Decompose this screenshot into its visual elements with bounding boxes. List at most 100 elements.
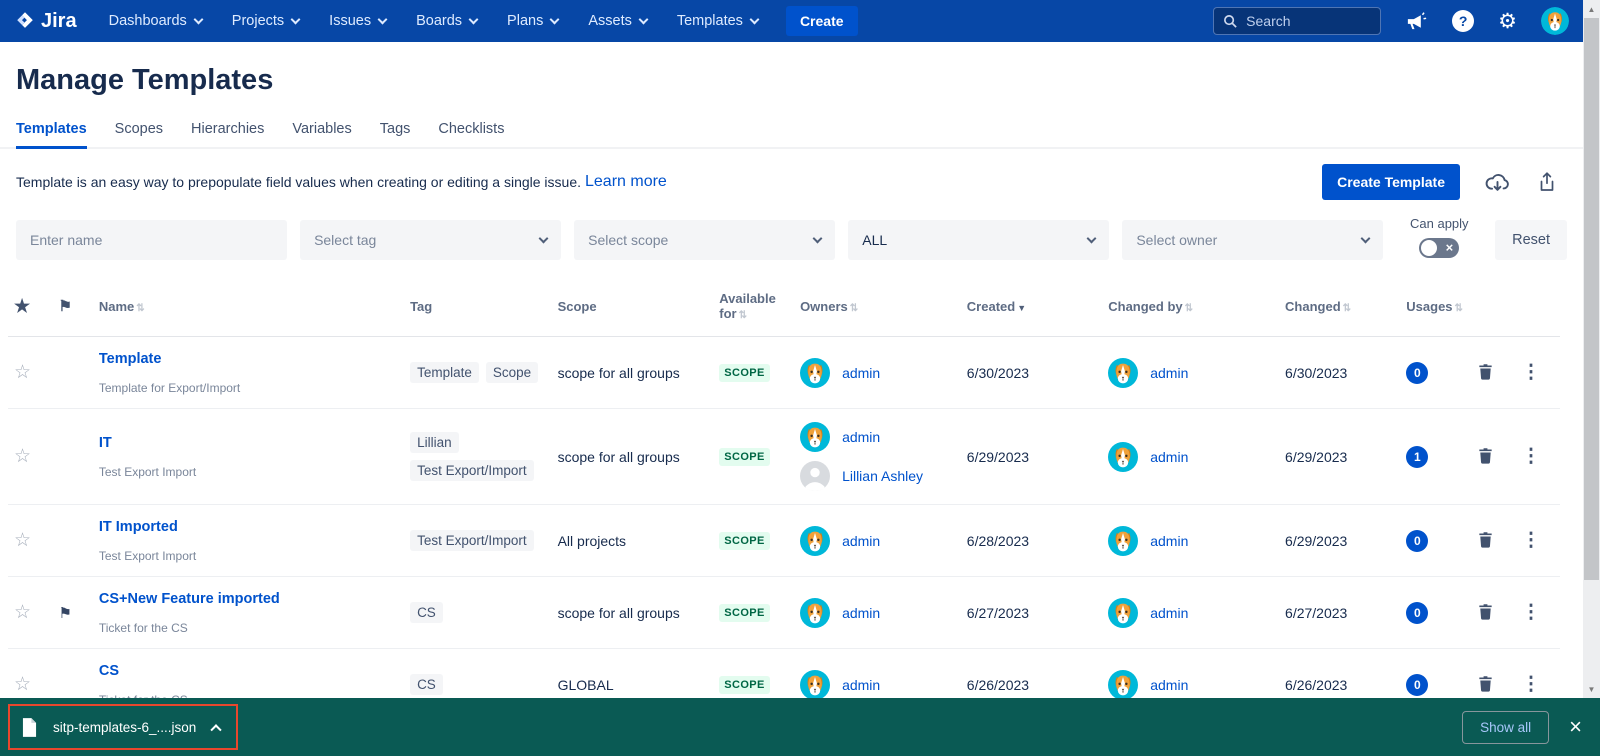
template-name-link[interactable]: IT — [99, 435, 112, 451]
user-name-link[interactable]: Lillian Ashley — [842, 468, 923, 484]
template-name-link[interactable]: CS+New Feature imported — [99, 591, 280, 607]
gear-icon[interactable]: ⚙ — [1498, 11, 1517, 32]
user-name-link[interactable]: admin — [1150, 533, 1188, 549]
announcements-icon[interactable] — [1405, 10, 1428, 33]
create-button[interactable]: Create — [786, 6, 858, 36]
nav-item-issues[interactable]: Issues — [329, 13, 386, 29]
header-changed[interactable]: Changed⇅ — [1279, 276, 1400, 337]
nav-item-boards[interactable]: Boards — [416, 13, 477, 29]
tag-filter-value: Select tag — [314, 232, 376, 248]
learn-more-link[interactable]: Learn more — [585, 173, 667, 191]
nav-item-label: Dashboards — [109, 13, 187, 29]
nav-item-plans[interactable]: Plans — [507, 13, 558, 29]
nav-item-templates[interactable]: Templates — [677, 13, 758, 29]
star-icon[interactable]: ☆ — [14, 446, 31, 467]
star-icon[interactable]: ☆ — [14, 602, 31, 623]
user-name-link[interactable]: admin — [1150, 677, 1188, 693]
row-menu-icon[interactable]: ⋮ — [1521, 674, 1540, 695]
delete-button[interactable] — [1477, 447, 1494, 464]
delete-button[interactable] — [1477, 675, 1494, 692]
template-name-link[interactable]: CS — [99, 663, 119, 679]
search-box[interactable] — [1213, 7, 1381, 35]
header-usages[interactable]: Usages⇅ — [1400, 276, 1471, 337]
user-avatar[interactable] — [1541, 7, 1569, 35]
delete-button[interactable] — [1477, 603, 1494, 620]
jira-logo[interactable]: Jira — [14, 10, 77, 33]
search-input[interactable] — [1246, 13, 1371, 29]
delete-button[interactable] — [1477, 531, 1494, 548]
tab-variables[interactable]: Variables — [292, 121, 351, 149]
available-for-filter-select[interactable]: ALL — [848, 220, 1109, 260]
can-apply-toggle[interactable]: × — [1419, 238, 1459, 258]
star-icon[interactable]: ☆ — [14, 362, 31, 383]
dog-avatar — [800, 598, 830, 628]
scroll-down-arrow[interactable]: ▼ — [1583, 681, 1600, 697]
usages-badge[interactable]: 0 — [1406, 602, 1428, 624]
tab-hierarchies[interactable]: Hierarchies — [191, 121, 264, 149]
help-icon[interactable]: ? — [1452, 10, 1474, 32]
owners-cell: admin — [800, 358, 955, 388]
delete-button[interactable] — [1477, 363, 1494, 380]
star-column-icon[interactable]: ★ — [14, 296, 30, 316]
usages-badge[interactable]: 1 — [1406, 446, 1428, 468]
star-icon[interactable]: ☆ — [14, 530, 31, 551]
tab-checklists[interactable]: Checklists — [438, 121, 504, 149]
file-icon — [22, 718, 37, 737]
user-name-link[interactable]: admin — [1150, 449, 1188, 465]
scrollbar-thumb[interactable] — [1584, 18, 1599, 580]
scope-filter-select[interactable]: Select scope — [574, 220, 835, 260]
header-created[interactable]: Created▼ — [961, 276, 1102, 337]
can-apply-label: Can apply — [1410, 216, 1469, 231]
vertical-scrollbar[interactable]: ▲ ▼ — [1583, 0, 1600, 698]
usages-badge[interactable]: 0 — [1406, 362, 1428, 384]
chevron-up-icon[interactable] — [211, 724, 222, 735]
scroll-up-arrow[interactable]: ▲ — [1583, 1, 1600, 17]
user-name-link[interactable]: admin — [1150, 365, 1188, 381]
owner-filter-select[interactable]: Select owner — [1122, 220, 1383, 260]
user-name-link[interactable]: admin — [842, 677, 880, 693]
star-icon[interactable]: ☆ — [14, 674, 31, 695]
show-all-button[interactable]: Show all — [1462, 711, 1549, 744]
template-name-link[interactable]: Template — [99, 351, 162, 367]
row-menu-icon[interactable]: ⋮ — [1521, 602, 1540, 623]
import-cloud-icon[interactable] — [1484, 169, 1511, 196]
tag-pill: CS — [410, 674, 443, 695]
user-name-link[interactable]: admin — [842, 605, 880, 621]
chevron-down-icon — [378, 14, 388, 24]
header-changed-by[interactable]: Changed by⇅ — [1102, 276, 1279, 337]
reset-button[interactable]: Reset — [1495, 220, 1567, 260]
nav-item-assets[interactable]: Assets — [588, 13, 647, 29]
user-name-link[interactable]: admin — [842, 533, 880, 549]
flag-column-icon[interactable]: ⚑ — [58, 298, 71, 315]
usages-badge[interactable]: 0 — [1406, 674, 1428, 696]
row-menu-icon[interactable]: ⋮ — [1521, 446, 1540, 467]
create-template-button[interactable]: Create Template — [1322, 164, 1460, 200]
name-filter-input[interactable] — [30, 232, 273, 248]
row-menu-icon[interactable]: ⋮ — [1521, 530, 1540, 551]
download-item[interactable]: sitp-templates-6_....json — [8, 704, 238, 750]
user-name-link[interactable]: admin — [842, 429, 880, 445]
nav-item-dashboards[interactable]: Dashboards — [109, 13, 202, 29]
header-available-for[interactable]: Available for⇅ — [713, 276, 794, 337]
usages-badge[interactable]: 0 — [1406, 530, 1428, 552]
tab-scopes[interactable]: Scopes — [115, 121, 163, 149]
table-row: ☆ ⚑ CS+New Feature imported Ticket for t… — [8, 577, 1560, 649]
nav-item-projects[interactable]: Projects — [232, 13, 299, 29]
user: admin — [1108, 598, 1273, 628]
changed-cell: 6/30/2023 — [1279, 337, 1400, 409]
template-name-link[interactable]: IT Imported — [99, 519, 178, 535]
user-name-link[interactable]: admin — [842, 365, 880, 381]
export-icon[interactable] — [1535, 170, 1559, 194]
row-menu-icon[interactable]: ⋮ — [1521, 362, 1540, 383]
dog-avatar — [800, 670, 830, 700]
user: admin — [1108, 526, 1273, 556]
close-icon[interactable]: × — [1569, 716, 1582, 738]
user-name-link[interactable]: admin — [1150, 605, 1188, 621]
header-name[interactable]: Name⇅ — [93, 276, 404, 337]
tab-tags[interactable]: Tags — [380, 121, 411, 149]
header-owners[interactable]: Owners⇅ — [794, 276, 961, 337]
chevron-down-icon — [638, 14, 648, 24]
tab-templates[interactable]: Templates — [16, 121, 87, 149]
tag-filter-select[interactable]: Select tag — [300, 220, 561, 260]
owners-cell: admin — [800, 670, 955, 700]
